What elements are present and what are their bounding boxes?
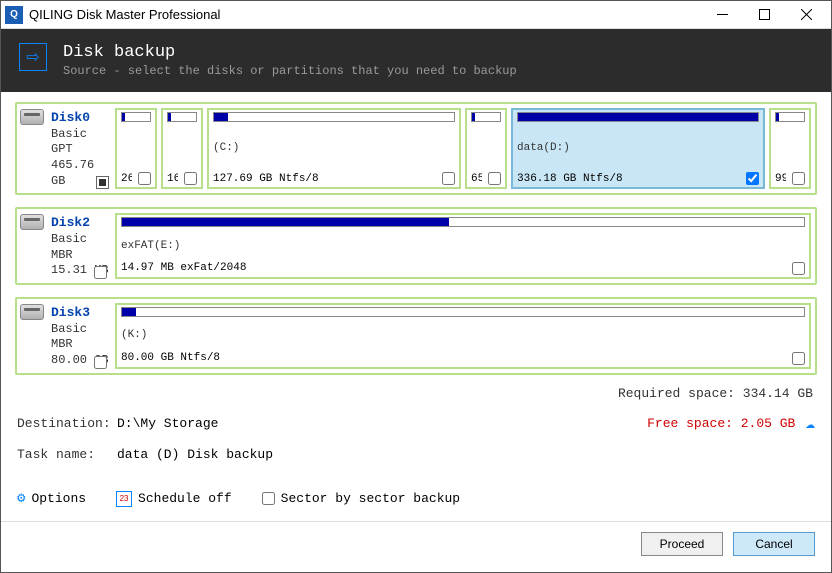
disk-row: Disk0Basic GPT465.76 GB 26. 16. (C:) 127.69 …: [15, 102, 817, 195]
options-button[interactable]: ⚙ Options: [17, 490, 86, 507]
destination-label: Destination:: [17, 416, 117, 431]
calendar-icon: 23: [116, 491, 132, 507]
partition-size: 14.97 MB exFat/2048: [121, 262, 246, 274]
gear-icon: ⚙: [17, 490, 25, 507]
cancel-button[interactable]: Cancel: [733, 532, 815, 556]
partition-size: 26.: [121, 173, 132, 185]
disk-name: Disk0: [51, 110, 111, 127]
partition[interactable]: exFAT(E:) 14.97 MB exFat/2048: [115, 213, 811, 279]
task-row: Task name: data (D) Disk backup: [17, 447, 815, 462]
partition[interactable]: (K:) 80.00 GB Ntfs/8: [115, 303, 811, 369]
partition[interactable]: 26.: [115, 108, 157, 189]
page-title: Disk backup: [63, 43, 517, 62]
disk-info: Disk2Basic MBR15.31 MB: [21, 213, 111, 279]
titlebar: Q QILING Disk Master Professional: [1, 1, 831, 29]
close-button[interactable]: [785, 1, 827, 29]
disk-row: Disk2Basic MBR15.31 MB exFAT(E:) 14.97 MB …: [15, 207, 817, 285]
partition-size: 127.69 GB Ntfs/8: [213, 173, 319, 185]
partition[interactable]: 16.: [161, 108, 203, 189]
page-subtitle: Source - select the disks or partitions …: [63, 64, 517, 78]
disk-list[interactable]: Disk0Basic GPT465.76 GB 26. 16. (C:) 127.69 …: [1, 92, 831, 382]
partition-checkbox[interactable]: [792, 172, 805, 185]
usage-bar: [121, 307, 805, 317]
partition-size: 65.: [471, 173, 482, 185]
destination-row: Destination: D:\My Storage Free space: 2…: [17, 413, 815, 433]
disk-icon: [20, 304, 44, 320]
options-label: Options: [31, 491, 86, 506]
disk-info: Disk0Basic GPT465.76 GB: [21, 108, 111, 189]
sector-label: Sector by sector backup: [281, 491, 460, 506]
partition-checkbox[interactable]: [746, 172, 759, 185]
required-space: Required space: 334.14 GB: [1, 382, 831, 407]
app-icon: Q: [5, 6, 23, 24]
partition-label: (K:): [121, 329, 805, 341]
disk-info: Disk3Basic MBR80.00 GB: [21, 303, 111, 369]
window-title: QILING Disk Master Professional: [29, 7, 701, 22]
disk-type: Basic MBR: [51, 322, 111, 353]
partition[interactable]: data(D:) 336.18 GB Ntfs/8: [511, 108, 765, 189]
task-label: Task name:: [17, 447, 117, 462]
disk-checkbox[interactable]: [94, 356, 107, 369]
partition-checkbox[interactable]: [488, 172, 501, 185]
partition-checkbox[interactable]: [138, 172, 151, 185]
partition-checkbox[interactable]: [792, 262, 805, 275]
schedule-button[interactable]: 23 Schedule off: [116, 491, 232, 507]
sector-checkbox-row[interactable]: Sector by sector backup: [262, 491, 460, 506]
disk-type: Basic GPT: [51, 127, 111, 158]
disk-checkbox[interactable]: [94, 266, 107, 279]
partition-label: data(D:): [517, 142, 759, 154]
usage-bar: [121, 112, 151, 122]
maximize-button[interactable]: [743, 1, 785, 29]
destination-value[interactable]: D:\My Storage: [117, 416, 647, 431]
free-space: Free space: 2.05 GB: [647, 416, 795, 431]
usage-bar: [775, 112, 805, 122]
disk-checkbox[interactable]: [96, 176, 109, 189]
disk-icon: [20, 109, 44, 125]
disk-type: Basic MBR: [51, 232, 111, 263]
partition[interactable]: 65.: [465, 108, 507, 189]
disk-name: Disk2: [51, 215, 111, 232]
minimize-button[interactable]: [701, 1, 743, 29]
options-bar: ⚙ Options 23 Schedule off Sector by sect…: [1, 482, 831, 522]
usage-bar: [517, 112, 759, 122]
footer: Proceed Cancel: [1, 522, 831, 566]
disk-icon: [20, 214, 44, 230]
proceed-button[interactable]: Proceed: [641, 532, 723, 556]
disk-row: Disk3Basic MBR80.00 GB (K:) 80.00 GB Ntfs/…: [15, 297, 817, 375]
partition-checkbox[interactable]: [184, 172, 197, 185]
usage-bar: [471, 112, 501, 122]
partition-size: 336.18 GB Ntfs/8: [517, 173, 623, 185]
schedule-label: Schedule off: [138, 491, 232, 506]
task-value[interactable]: data (D) Disk backup: [117, 447, 815, 462]
partition[interactable]: (C:) 127.69 GB Ntfs/8: [207, 108, 461, 189]
usage-bar: [121, 217, 805, 227]
usage-bar: [213, 112, 455, 122]
page-header: ⇨ Disk backup Source - select the disks …: [1, 29, 831, 92]
partition-size: 16.: [167, 173, 178, 185]
cloud-icon[interactable]: ☁: [805, 413, 815, 433]
partition-label: exFAT(E:): [121, 240, 805, 252]
partition-checkbox[interactable]: [442, 172, 455, 185]
partition[interactable]: 99.: [769, 108, 811, 189]
backup-arrow-icon: ⇨: [19, 43, 47, 71]
partition-size: 80.00 GB Ntfs/8: [121, 352, 220, 364]
partition-checkbox[interactable]: [792, 352, 805, 365]
usage-bar: [167, 112, 197, 122]
partition-label: (C:): [213, 142, 455, 154]
sector-checkbox[interactable]: [262, 492, 275, 505]
partition-size: 99.: [775, 173, 786, 185]
disk-name: Disk3: [51, 305, 111, 322]
